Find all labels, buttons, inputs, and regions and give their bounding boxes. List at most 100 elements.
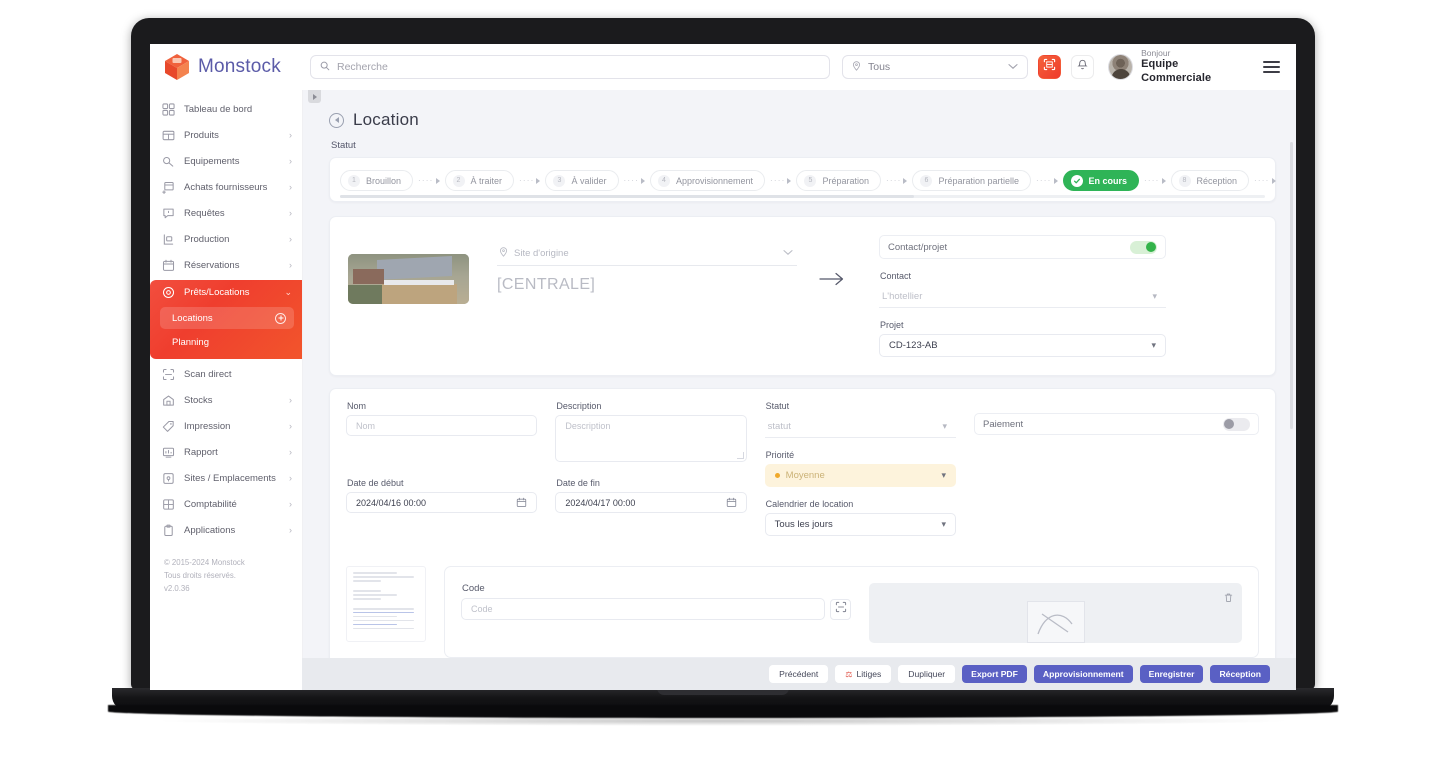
contact-project-toggle-row[interactable]: Contact/projet [879, 235, 1166, 259]
priorite-value: Moyenne [785, 470, 825, 481]
contact-value: L'hotellier [882, 290, 923, 302]
precedent-button[interactable]: Précédent [769, 665, 829, 683]
sidebar-group-prets-locations: Prêts/Locations ⌄ Locations Planning [150, 280, 302, 359]
sidebar-item-label: Achats fournisseurs [184, 181, 268, 193]
sidebar-item-label: Produits [184, 129, 219, 141]
stepper-scrollbar[interactable] [340, 195, 1265, 198]
details-col-right: Statut statut ▾ Priorité Moyenne ▾ Calen… [764, 401, 956, 536]
sidebar-item-equipements[interactable]: Equipements › [150, 148, 302, 174]
calendar-icon[interactable] [726, 497, 737, 508]
calendar-icon[interactable] [516, 497, 527, 508]
step-en-cours[interactable]: En cours [1062, 170, 1140, 191]
barcode-scan-button[interactable] [1038, 55, 1062, 79]
screenshot-stage: Monstock Tous [0, 0, 1440, 758]
chevron-down-icon: ▾ [942, 420, 947, 431]
paiement-toggle-row[interactable]: Paiement [973, 413, 1259, 435]
contact-project-toggle-label: Contact/projet [888, 241, 948, 253]
sidebar-item-scan-direct[interactable]: Scan direct [150, 361, 302, 387]
arrow-right-icon [818, 271, 846, 292]
sidebar-item-stocks[interactable]: Stocks › [150, 387, 302, 413]
sidebar-item-planning[interactable]: Planning [160, 331, 294, 353]
sidebar-item-production[interactable]: Production › [150, 226, 302, 252]
reception-button[interactable]: Réception [1210, 665, 1270, 683]
sidebar-item-locations[interactable]: Locations [160, 307, 294, 329]
step-label: En cours [1088, 175, 1128, 186]
sidebar-item-prets-locations[interactable]: Prêts/Locations ⌄ [150, 280, 302, 305]
brand-logo-area[interactable]: Monstock [164, 53, 300, 81]
search-input[interactable] [337, 61, 820, 73]
notifications-button[interactable] [1071, 55, 1095, 79]
sidebar-item-applications[interactable]: Applications › [150, 517, 302, 543]
user-menu[interactable]: Bonjour Equipe Commerciale [1108, 48, 1247, 86]
sidebar-collapse-icon[interactable] [308, 90, 321, 103]
contact-project-toggle[interactable] [1130, 240, 1157, 254]
status-stepper[interactable]: 1 Brouillon ···· 2 À traiter ···· 3 À va… [340, 170, 1276, 191]
calendrier-select[interactable]: Tous les jours ▾ [764, 513, 956, 536]
button-label: Litiges [856, 669, 882, 679]
litiges-button[interactable]: ⚖ Litiges [835, 665, 892, 683]
sidebar-copyright: © 2015-2024 Monstock Tous droits réservé… [150, 543, 302, 596]
button-label: Réception [1219, 669, 1261, 679]
code-scan-button[interactable] [830, 598, 851, 620]
nom-label: Nom [347, 401, 367, 411]
sidebar-item-comptabilite[interactable]: Comptabilité › [150, 491, 302, 517]
code-input[interactable]: Code [461, 598, 825, 620]
step-separator: ···· [514, 176, 545, 185]
date-fin-input[interactable]: 2024/04/17 00:00 [555, 492, 747, 513]
dupliquer-button[interactable]: Dupliquer [898, 665, 956, 683]
invoice-preview-thumbnail[interactable] [346, 566, 426, 642]
step-separator: ···· [881, 176, 912, 185]
page-header: Location [302, 90, 1296, 130]
priorite-select[interactable]: Moyenne ▾ [764, 464, 956, 487]
step-brouillon[interactable]: 1 Brouillon [340, 170, 414, 191]
step-preparation[interactable]: 5 Préparation [796, 170, 882, 191]
location-pin-icon [499, 247, 508, 260]
step-approvisionnement[interactable]: 4 Approvisionnement [649, 170, 766, 191]
chevron-right-icon: › [289, 260, 292, 270]
sidebar-item-label: Tableau de bord [184, 103, 253, 115]
projet-value: CD-123-AB [889, 340, 938, 351]
step-a-traiter[interactable]: 2 À traiter [444, 170, 515, 191]
approvisionnement-button[interactable]: Approvisionnement [1033, 665, 1133, 683]
sidebar-item-produits[interactable]: Produits › [150, 122, 302, 148]
sidebar-item-impression[interactable]: Impression › [150, 413, 302, 439]
sidebar-item-label: Applications [184, 524, 236, 536]
sidebar-item-rapport[interactable]: Rapport › [150, 439, 302, 465]
chevron-right-icon: › [289, 234, 292, 244]
sidebar-item-achats-fournisseurs[interactable]: Achats fournisseurs › [150, 174, 302, 200]
origin-site-select[interactable]: Site d'origine [497, 247, 797, 266]
sidebar-item-sites-emplacements[interactable]: Sites / Emplacements › [150, 465, 302, 491]
signature-canvas[interactable] [1026, 601, 1085, 643]
paiement-toggle[interactable] [1222, 417, 1250, 431]
step-a-valider[interactable]: 3 À valider [545, 170, 619, 191]
add-circle-icon[interactable] [275, 312, 286, 324]
export-pdf-button[interactable]: Export PDF [962, 665, 1027, 683]
date-debut-input[interactable]: 2024/04/16 00:00 [346, 492, 538, 513]
sidebar-item-reservations[interactable]: Réservations › [150, 252, 302, 278]
step-reception[interactable]: 8 Réception [1170, 170, 1250, 191]
hamburger-menu-icon[interactable] [1262, 61, 1280, 73]
projet-label: Projet [880, 320, 904, 330]
chevron-up-icon: ⌄ [284, 287, 292, 297]
main-scrollbar[interactable] [1290, 142, 1293, 654]
sidebar-item-tableau-de-bord[interactable]: Tableau de bord [150, 96, 302, 122]
calendrier-value: Tous les jours [774, 519, 833, 530]
statut-select[interactable]: statut ▾ [764, 415, 956, 438]
origin-site-value: [CENTRALE] [497, 276, 596, 293]
sidebar-item-label: Réservations [184, 259, 240, 271]
signature-pad[interactable] [869, 583, 1242, 643]
sidebar-item-requetes[interactable]: Requêtes › [150, 200, 302, 226]
enregistrer-button[interactable]: Enregistrer [1139, 665, 1204, 683]
trash-icon[interactable] [1223, 590, 1234, 608]
description-textarea[interactable]: Description [555, 415, 747, 462]
nom-input[interactable]: Nom [346, 415, 538, 436]
scope-select[interactable]: Tous [842, 55, 1028, 79]
projet-select[interactable]: CD-123-AB ▾ [879, 334, 1166, 357]
nom-placeholder: Nom [356, 420, 376, 431]
search-box[interactable] [310, 55, 830, 79]
greeting-text: Bonjour [1141, 48, 1171, 59]
step-preparation-partielle[interactable]: 6 Préparation partielle [912, 170, 1032, 191]
contact-select[interactable]: L'hotellier ▾ [879, 285, 1166, 308]
page-scroll-area: Statut 1 Brouillon ···· 2 À traiter ····… [302, 140, 1296, 690]
back-arrow-circle-icon[interactable] [329, 112, 344, 128]
